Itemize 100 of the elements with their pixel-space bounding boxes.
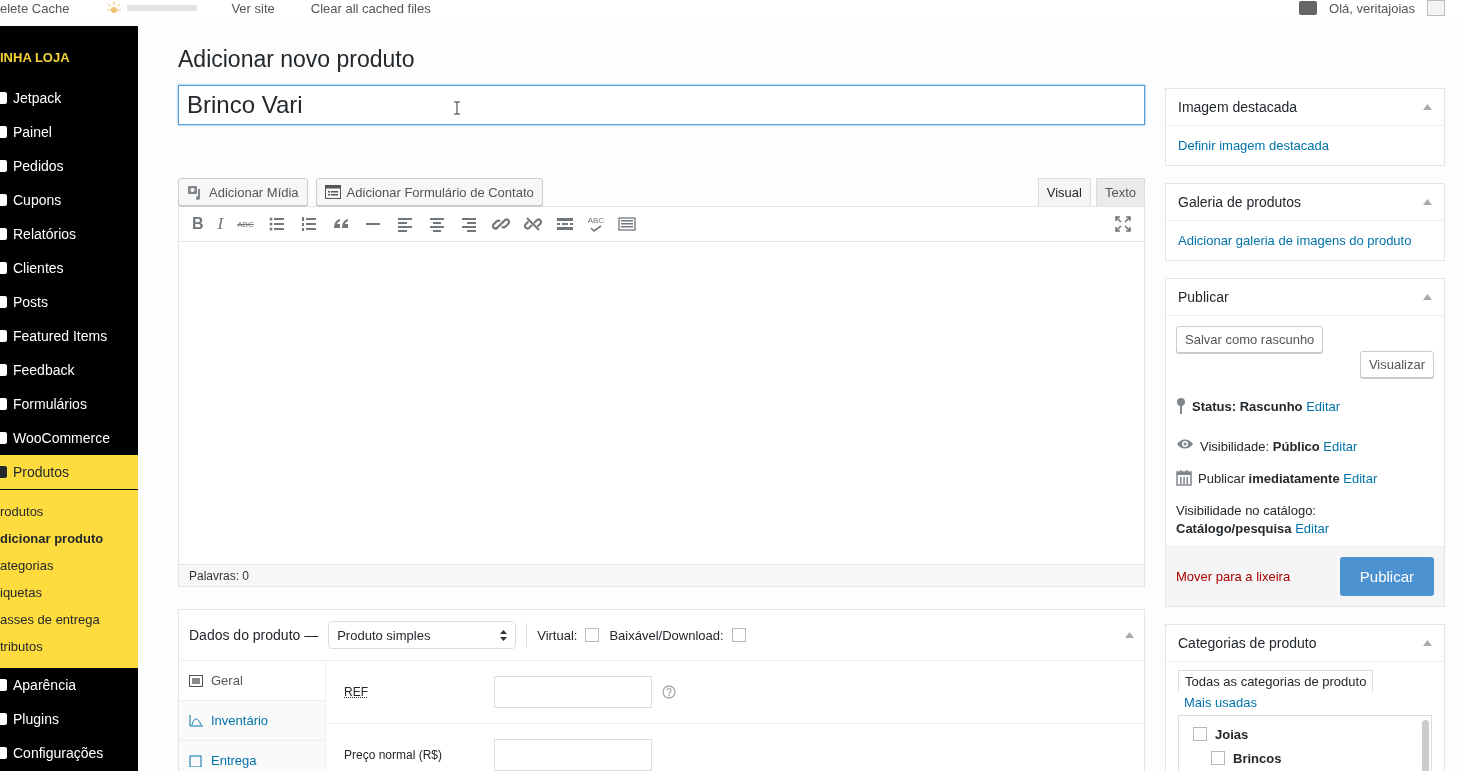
edit-link[interactable]: Editar xyxy=(1295,521,1330,536)
save-draft-button[interactable]: Salvar como rascunho xyxy=(1176,326,1324,353)
editor-tab[interactable]: Texto xyxy=(1095,178,1145,206)
product-data-tab[interactable]: Geral xyxy=(179,661,325,701)
edit-link[interactable]: Editar xyxy=(1343,471,1378,486)
pin-icon xyxy=(1176,398,1186,414)
word-count: Palavras: 0 xyxy=(189,568,250,583)
sidebar-item[interactable]: Jetpack xyxy=(0,81,138,115)
submenu-item[interactable]: tributos xyxy=(0,633,138,660)
collapse-arrow-icon[interactable] xyxy=(1423,640,1432,646)
sidebar-item[interactable]: Produtos xyxy=(0,455,138,489)
category-label: Brincos xyxy=(1233,750,1282,766)
option-label: Virtual: xyxy=(537,627,578,643)
collapse-arrow-icon[interactable] xyxy=(1423,199,1432,205)
submenu-item[interactable]: iquetas xyxy=(0,579,138,606)
add-media-button[interactable]: Adicionar Mídia xyxy=(178,178,308,206)
sidebar-item[interactable]: Featured Items xyxy=(0,319,138,353)
box-title: Categorias de produto xyxy=(1178,635,1317,651)
sidebar-item[interactable]: Posts xyxy=(0,285,138,319)
edit-link[interactable]: Editar xyxy=(1323,439,1358,454)
link-icon[interactable] xyxy=(491,215,510,233)
sidebar-item[interactable]: Plugins xyxy=(0,702,138,736)
scrollbar[interactable] xyxy=(1422,720,1429,771)
top-bar-link[interactable]: elete Cache xyxy=(0,0,70,16)
sidebar-item[interactable]: Pedidos xyxy=(0,149,138,183)
box-title: Galeria de produtos xyxy=(1178,194,1301,210)
store-title[interactable]: INHA LOJA xyxy=(0,50,138,81)
collapse-arrow-icon[interactable] xyxy=(1423,104,1432,110)
input-field[interactable] xyxy=(494,676,652,708)
option-label: Baixável/Download: xyxy=(609,627,724,643)
calendar-icon xyxy=(1176,470,1192,486)
unlink-icon[interactable] xyxy=(523,215,542,233)
sidebar-item[interactable]: Formulários xyxy=(0,387,138,421)
category-tab[interactable]: Mais usadas xyxy=(1178,692,1263,713)
publish-info: Visibilidade: Público Editar xyxy=(1200,438,1358,456)
eye-icon xyxy=(1176,438,1194,450)
updown-arrows-icon xyxy=(500,629,508,641)
sidebar-item[interactable]: Relatórios xyxy=(0,217,138,251)
sidebar-item[interactable]: Cupons xyxy=(0,183,138,217)
box-title: Dados do produto — xyxy=(189,627,319,643)
field-label: REF xyxy=(344,685,369,699)
sidebar-item[interactable]: Configurações xyxy=(0,736,138,770)
sidebar-item[interactable]: Painel xyxy=(0,115,138,149)
checkbox[interactable] xyxy=(1193,727,1207,741)
box-icon xyxy=(189,754,203,767)
submenu-item[interactable]: asses de entrega xyxy=(0,606,138,633)
top-bar-link[interactable]: Ver site xyxy=(231,0,275,16)
sidebar-item[interactable]: Feedback xyxy=(0,353,138,387)
input-field[interactable] xyxy=(494,739,652,771)
align-center-icon[interactable] xyxy=(427,215,446,233)
add-form-button[interactable]: Adicionar Formulário de Contato xyxy=(315,178,543,206)
spellcheck-button[interactable]: ABC xyxy=(587,216,605,232)
checkbox[interactable] xyxy=(585,628,600,642)
italic-button[interactable]: I xyxy=(217,214,224,234)
camera-music-icon xyxy=(187,184,203,200)
collapse-arrow-icon[interactable] xyxy=(1125,632,1134,638)
box-link[interactable]: Definir imagem destacada xyxy=(1178,138,1330,153)
publish-info: Visibilidade no catálogo: Catálogo/pesquisa Editar xyxy=(1176,502,1331,538)
checkbox[interactable] xyxy=(1211,751,1225,765)
page-title: Adicionar novo produto xyxy=(178,46,416,73)
trash-link[interactable]: Mover para a lixeira xyxy=(1176,569,1291,584)
field-label: Preço normal (R$) xyxy=(344,748,444,762)
submenu-item[interactable]: ategorias xyxy=(0,552,138,579)
sidebar-item[interactable]: WooCommerce xyxy=(0,421,138,455)
bullet-list-icon[interactable] xyxy=(267,215,286,233)
submenu-item[interactable]: dicionar produto xyxy=(0,525,138,552)
edit-link[interactable]: Editar xyxy=(1306,399,1341,414)
align-left-icon[interactable] xyxy=(395,215,414,233)
chart-icon xyxy=(189,714,203,727)
greeting-link[interactable]: Olá, veritajoias xyxy=(1329,0,1415,16)
sidebar-item[interactable]: Clientes xyxy=(0,251,138,285)
submenu-item[interactable]: rodutos xyxy=(0,498,138,525)
sun-logo-icon xyxy=(105,1,124,15)
keyboard-icon[interactable] xyxy=(618,215,637,233)
fullscreen-icon[interactable] xyxy=(1115,216,1131,232)
box-title: Imagem destacada xyxy=(1178,99,1298,115)
logo-mark-icon xyxy=(127,5,198,11)
box-title: Publicar xyxy=(1178,289,1229,305)
sidebar-item[interactable]: Aparência xyxy=(0,668,138,702)
align-right-icon[interactable] xyxy=(459,215,478,233)
numbered-list-icon[interactable] xyxy=(299,215,318,233)
preview-button[interactable]: Visualizar xyxy=(1359,351,1434,378)
top-bar-link[interactable]: Clear all cached files xyxy=(310,0,431,16)
publish-info: Status: Rascunho Editar xyxy=(1192,398,1341,416)
product-type-select[interactable]: Produto simples xyxy=(328,621,517,649)
form-icon xyxy=(324,185,341,199)
checkbox[interactable] xyxy=(731,628,746,642)
category-tab[interactable]: Todas as categorias de produto xyxy=(1178,670,1374,692)
editor-tab[interactable]: Visual xyxy=(1037,178,1091,206)
strikethrough-button[interactable]: ABC xyxy=(237,219,254,229)
avatar-icon[interactable] xyxy=(1427,0,1445,16)
box-link[interactable]: Adicionar galeria de imagens do produto xyxy=(1178,233,1412,248)
collapse-arrow-icon[interactable] xyxy=(1423,294,1432,300)
title-field[interactable]: Brinco Vari xyxy=(178,85,1145,125)
help-icon[interactable] xyxy=(662,685,676,699)
read-more-icon[interactable] xyxy=(555,215,574,233)
bold-button[interactable]: B xyxy=(192,215,204,233)
notification-icon[interactable] xyxy=(1299,1,1317,15)
text-cursor-icon xyxy=(454,101,460,115)
category-label: Joias xyxy=(1215,726,1249,742)
